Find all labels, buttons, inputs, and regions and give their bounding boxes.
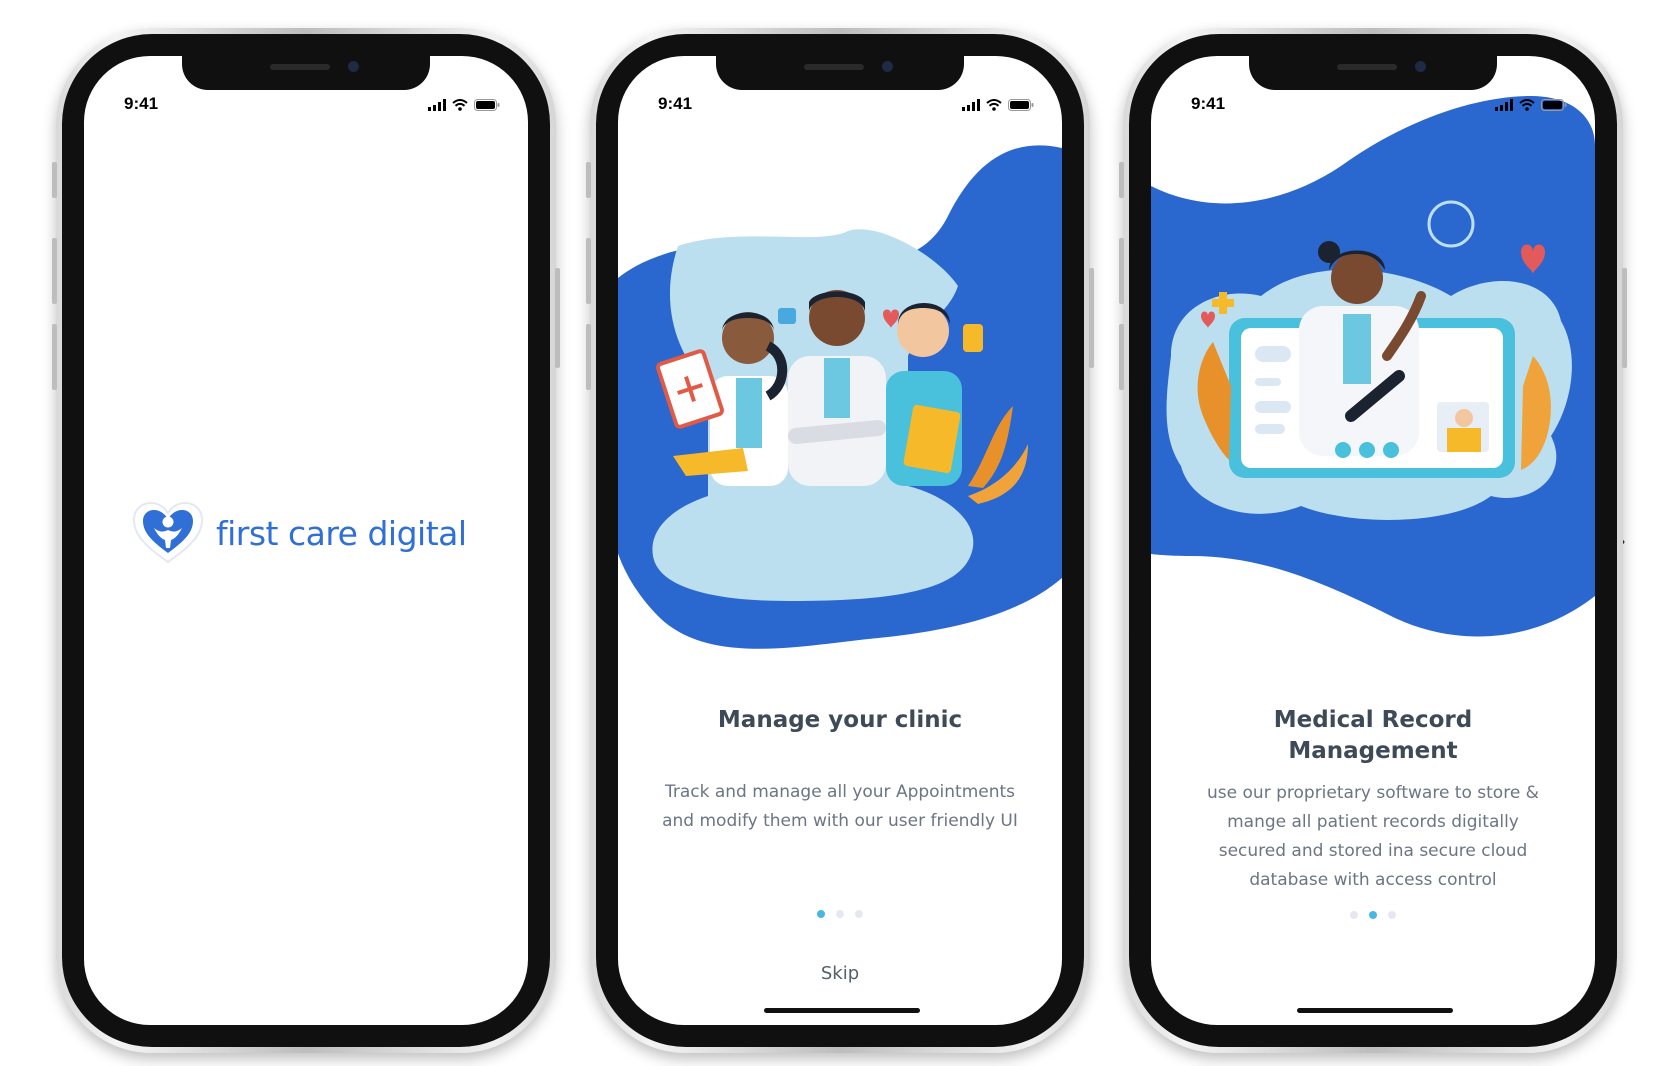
- battery-icon: [474, 99, 500, 111]
- splash-screen: 9:41 first care digital: [84, 56, 528, 1025]
- notch: [716, 56, 964, 90]
- onboarding-title: Medical Record Management: [1151, 705, 1595, 767]
- description-line: and modify them with our user friendly U…: [662, 811, 1018, 831]
- title-line: Management: [1288, 738, 1458, 764]
- status-icons: [428, 99, 500, 111]
- telemedicine-doctor-video-call-illustration: [1151, 96, 1595, 637]
- status-time: 9:41: [658, 94, 693, 113]
- cellular-signal-icon: [1495, 99, 1513, 111]
- home-indicator: [1297, 1008, 1453, 1013]
- onboarding-screen-2: 9:41 Medical Record Management use our p…: [1151, 56, 1595, 1025]
- phone-mockup-onboarding-2: 9:41 Medical Record Management use our p…: [1119, 28, 1627, 1053]
- notch: [1249, 56, 1497, 90]
- page-indicator: [618, 910, 1062, 918]
- onboarding-screen-1: 9:41 Manage your clinic Track and manage…: [618, 56, 1062, 1025]
- page-dot[interactable]: [1388, 911, 1396, 919]
- title-line: Medical Record: [1273, 707, 1473, 733]
- status-time: 9:41: [124, 94, 159, 113]
- brand-name: first care digital: [216, 513, 467, 553]
- description-line: secured and stored ina secure cloud: [1218, 841, 1528, 861]
- page-dot[interactable]: [1350, 911, 1358, 919]
- notch: [182, 56, 430, 90]
- description-line: database with access control: [1249, 870, 1497, 890]
- description-line: Track and manage all your Appointments: [664, 782, 1016, 802]
- page-dot[interactable]: [855, 910, 863, 918]
- home-indicator: [764, 1008, 920, 1013]
- phone-mockup-onboarding-1: 9:41 Manage your clinic Track and manage…: [586, 28, 1094, 1053]
- page-indicator: [1151, 911, 1595, 919]
- wifi-icon: [1519, 99, 1535, 111]
- status-time: 9:41: [1191, 94, 1226, 113]
- onboarding-title: Manage your clinic: [717, 707, 963, 733]
- page-dot-active[interactable]: [1369, 911, 1377, 919]
- onboarding-description: Track and manage all your Appointments a…: [648, 778, 1032, 836]
- status-icons: [962, 99, 1034, 111]
- wifi-icon: [986, 99, 1002, 111]
- description-line: mange all patient records digitally: [1227, 812, 1519, 832]
- onboarding-description: use our proprietary software to store & …: [1181, 779, 1565, 895]
- skip-button[interactable]: Skip: [790, 963, 890, 984]
- page-dot[interactable]: [836, 910, 844, 918]
- wifi-icon: [452, 99, 468, 111]
- page-dot-active[interactable]: [817, 910, 825, 918]
- brand-logo: first care digital: [130, 500, 467, 566]
- battery-icon: [1008, 99, 1034, 111]
- heart-person-logo-icon: [132, 501, 204, 564]
- cellular-signal-icon: [428, 99, 446, 111]
- battery-icon: [1541, 99, 1567, 111]
- status-icons: [1495, 99, 1567, 111]
- description-line: use our proprietary software to store &: [1207, 783, 1539, 803]
- phone-mockup-splash: 9:41 first care digital: [52, 28, 560, 1053]
- cellular-signal-icon: [962, 99, 980, 111]
- three-medical-staff-illustration: [618, 145, 1062, 649]
